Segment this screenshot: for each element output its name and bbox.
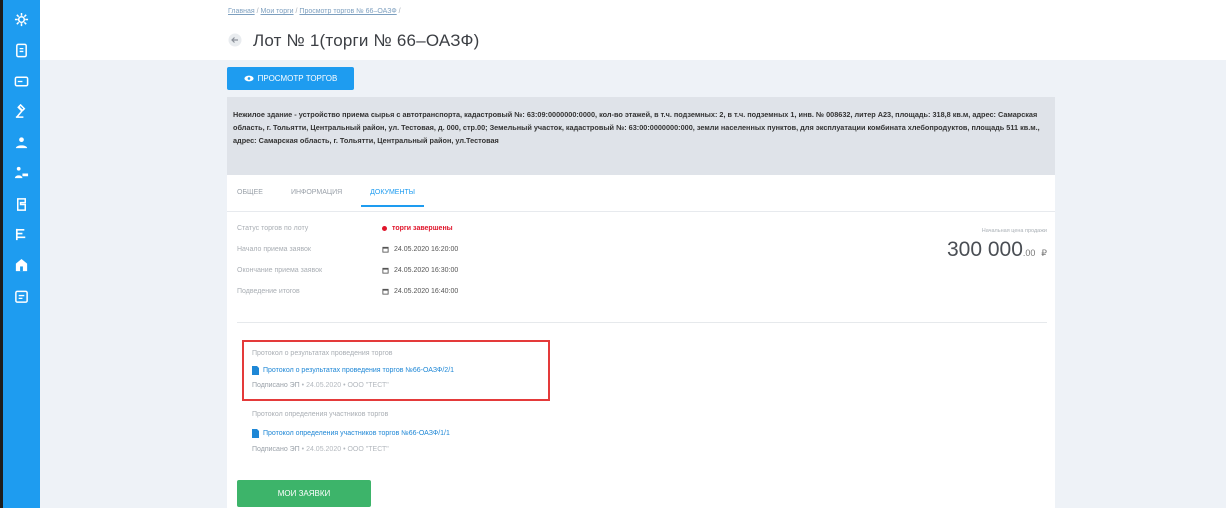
start-value: 24.05.2020 16:20:00 xyxy=(394,246,459,253)
end-label: Окончание приема заявок xyxy=(237,267,323,274)
tab-information[interactable]: ИНФОРМАЦИЯ xyxy=(291,185,342,211)
breadcrumb-my-auctions[interactable]: Мои торги xyxy=(261,8,294,15)
end-value: 24.05.2020 16:30:00 xyxy=(394,267,459,274)
breadcrumb-separator: / xyxy=(398,8,401,15)
list-icon[interactable] xyxy=(12,225,30,243)
starting-price: 300 000.00 ₽ xyxy=(947,238,1047,262)
summary-value: 24.05.2020 16:40:00 xyxy=(394,288,459,295)
breadcrumb-separator: / xyxy=(256,8,259,15)
start-row: Начало приема заявок 24.05.2020 16:20:00 xyxy=(237,246,458,253)
status-value: торги завершены xyxy=(392,225,453,232)
signature-date: 24.05.2020 xyxy=(306,382,342,389)
gear-icon[interactable] xyxy=(12,10,30,28)
eye-icon xyxy=(244,75,254,82)
file-icon xyxy=(252,429,259,438)
tab-documents[interactable]: ДОКУМЕНТЫ xyxy=(361,185,424,211)
status-dot-icon xyxy=(382,226,387,231)
lot-description: Нежилое здание - устройство приема сырья… xyxy=(227,97,1055,175)
signature-signer: ООО "ТЕСТ" xyxy=(347,382,389,389)
document-icon[interactable] xyxy=(12,41,30,59)
my-applications-button[interactable]: МОИ ЗАЯВКИ xyxy=(237,480,371,507)
document-signature: Подписано ЭП • 24.05.2020 • ООО "ТЕСТ" xyxy=(252,382,389,389)
document-link-text: Протокол определения участников торгов №… xyxy=(263,430,450,437)
tabs-divider xyxy=(227,211,1055,212)
view-auction-button[interactable]: ПРОСМОТР ТОРГОВ xyxy=(227,67,354,90)
status-label: Статус торгов по лоту xyxy=(237,225,309,232)
document-link-text: Протокол о результатах проведения торгов… xyxy=(263,367,455,374)
page-title: Лот № 1(торги № 66–ОАЗФ) xyxy=(253,31,480,50)
signature-signer: ООО "ТЕСТ" xyxy=(347,446,389,453)
section-divider xyxy=(237,322,1047,323)
tab-bar: ОБЩЕЕ ИНФОРМАЦИЯ ДОКУМЕНТЫ xyxy=(237,185,443,211)
clipboard-icon[interactable] xyxy=(12,195,30,213)
view-auction-label: ПРОСМОТР ТОРГОВ xyxy=(257,74,338,83)
calendar-icon[interactable] xyxy=(12,287,30,305)
breadcrumb-auction-view[interactable]: Просмотр торгов № 66–ОАЗФ xyxy=(299,8,396,15)
breadcrumb: Главная / Мои торги / Просмотр торгов № … xyxy=(228,8,401,15)
price-label: Начальная цена продажи xyxy=(981,228,1047,234)
calendar-icon xyxy=(382,267,389,274)
document-heading: Протокол о результатах проведения торгов xyxy=(252,350,393,357)
breadcrumb-home[interactable]: Главная xyxy=(228,8,255,15)
card-icon[interactable] xyxy=(12,72,30,90)
summary-label: Подведение итогов xyxy=(237,288,300,295)
start-label: Начало приема заявок xyxy=(237,246,311,253)
breadcrumb-separator: / xyxy=(295,8,298,15)
user-group-icon[interactable] xyxy=(12,133,30,151)
signature-date: 24.05.2020 xyxy=(306,446,342,453)
document-link[interactable]: Протокол определения участников торгов №… xyxy=(252,429,450,438)
price-cents: .00 xyxy=(1022,248,1036,258)
building-icon[interactable] xyxy=(12,256,30,274)
lot-card: ОБЩЕЕ ИНФОРМАЦИЯ ДОКУМЕНТЫ Статус торгов… xyxy=(227,175,1055,508)
currency-symbol: ₽ xyxy=(1041,248,1047,258)
price-value: 300 000 xyxy=(946,238,1023,261)
handshake-icon[interactable] xyxy=(12,163,30,181)
summary-row: Подведение итогов 24.05.2020 16:40:00 xyxy=(237,288,458,295)
file-icon xyxy=(252,366,259,375)
end-row: Окончание приема заявок 24.05.2020 16:30… xyxy=(237,267,458,274)
hammer-icon[interactable] xyxy=(12,102,30,120)
signed-label: Подписано ЭП xyxy=(252,446,300,453)
document-link[interactable]: Протокол о результатах проведения торгов… xyxy=(252,366,454,375)
calendar-icon xyxy=(382,246,389,253)
tab-general[interactable]: ОБЩЕЕ xyxy=(237,185,263,211)
calendar-icon xyxy=(382,288,389,295)
document-signature: Подписано ЭП • 24.05.2020 • ООО "ТЕСТ" xyxy=(252,446,389,453)
page-header xyxy=(40,0,1226,60)
document-heading: Протокол определения участников торгов xyxy=(252,411,389,418)
sidebar xyxy=(3,0,40,508)
status-row: Статус торгов по лоту торги завершены xyxy=(237,225,453,232)
signed-label: Подписано ЭП xyxy=(252,382,300,389)
back-arrow-icon[interactable] xyxy=(228,33,242,47)
